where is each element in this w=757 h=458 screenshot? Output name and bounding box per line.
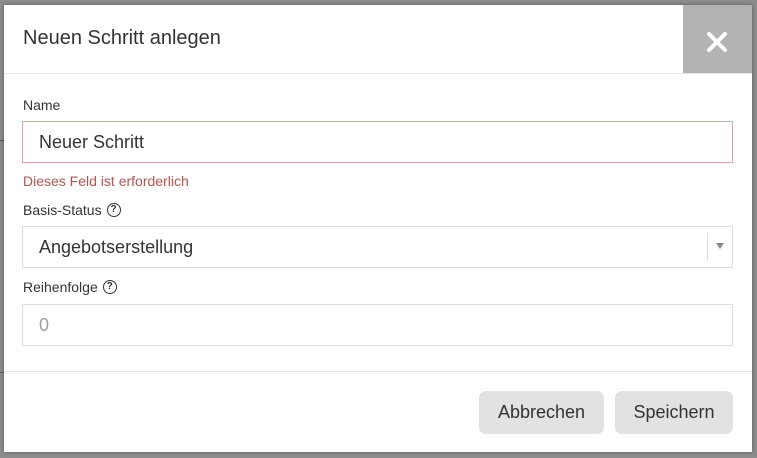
base-status-label: Basis-Status ? — [23, 202, 121, 218]
select-divider — [707, 233, 708, 261]
dialog-title: Neuen Schritt anlegen — [23, 27, 221, 49]
question-circle-icon[interactable]: ? — [102, 280, 117, 294]
order-input[interactable]: 0 — [22, 304, 733, 346]
chevron-down-icon[interactable] — [716, 243, 724, 249]
dialog-header: Neuen Schritt anlegen — [4, 5, 752, 74]
close-icon — [707, 32, 727, 52]
base-status-label-text: Basis-Status — [23, 202, 102, 218]
order-label: Reihenfolge ? — [23, 279, 117, 295]
name-label-text: Name — [23, 97, 61, 113]
save-button[interactable]: Speichern — [615, 391, 733, 434]
close-button[interactable] — [683, 5, 752, 73]
new-step-dialog: Neuen Schritt anlegen Name Neuer Schritt… — [4, 5, 752, 452]
name-label: Name — [23, 97, 60, 113]
order-label-text: Reihenfolge — [23, 279, 98, 295]
name-error-message: Dieses Feld ist erforderlich — [23, 173, 189, 189]
name-input[interactable]: Neuer Schritt — [22, 121, 733, 163]
footer-divider — [4, 371, 752, 372]
base-status-select[interactable]: Angebotserstellung — [22, 226, 733, 268]
cancel-button[interactable]: Abbrechen — [479, 391, 604, 434]
name-input-value: Neuer Schritt — [39, 132, 145, 152]
question-circle-icon[interactable]: ? — [106, 203, 121, 217]
order-input-placeholder: 0 — [39, 315, 50, 335]
base-status-selected-value: Angebotserstellung — [39, 237, 194, 257]
